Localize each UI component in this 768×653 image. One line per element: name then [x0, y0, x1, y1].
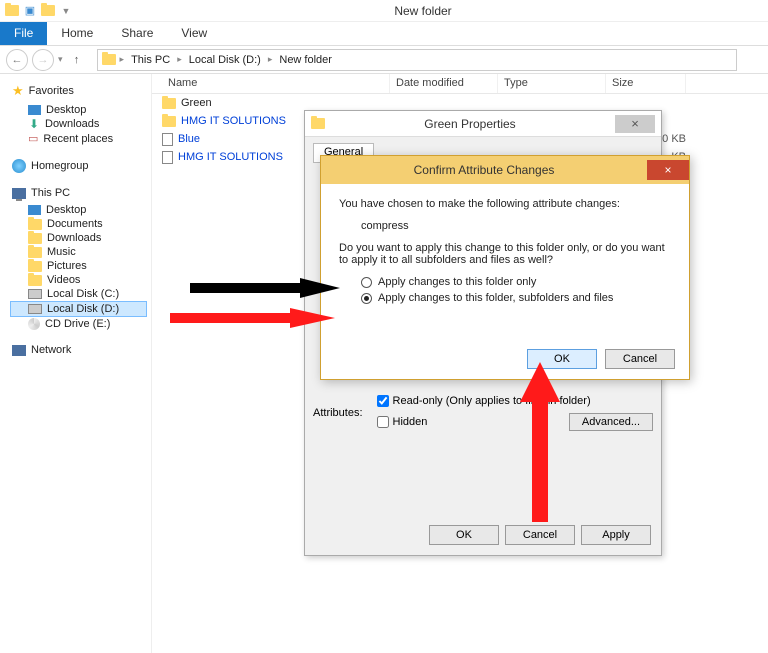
- drive-icon: [28, 289, 42, 299]
- ok-button[interactable]: OK: [429, 525, 499, 545]
- properties-title: Green Properties: [325, 117, 615, 131]
- col-name[interactable]: Name: [162, 74, 390, 93]
- folder-icon: [102, 54, 116, 65]
- sidebar-homegroup[interactable]: Homegroup: [10, 158, 147, 174]
- sidebar-network[interactable]: Network: [10, 343, 147, 357]
- sidebar-item-videos[interactable]: Videos: [10, 273, 147, 287]
- tab-file[interactable]: File: [0, 22, 47, 45]
- address-bar[interactable]: ▸ This PC ▸ Local Disk (D:) ▸ New folder: [97, 49, 737, 71]
- col-date[interactable]: Date modified: [390, 74, 498, 93]
- sidebar-item-ddrive[interactable]: Local Disk (D:): [10, 301, 147, 317]
- radio-folder-only[interactable]: Apply changes to this folder only: [361, 276, 671, 288]
- star-icon: ★: [12, 83, 24, 99]
- col-size[interactable]: Size: [606, 74, 686, 93]
- qat-dropdown-icon[interactable]: ▼: [58, 3, 74, 19]
- readonly-checkbox[interactable]: Read-only (Only applies to files in fold…: [377, 395, 653, 407]
- sidebar-item-cddrive[interactable]: CD Drive (E:): [10, 317, 147, 331]
- sidebar-item-desktop[interactable]: Desktop: [10, 103, 147, 117]
- ok-button[interactable]: OK: [527, 349, 597, 369]
- sidebar-item-downloads[interactable]: ⬇Downloads: [10, 117, 147, 131]
- crumb-thispc[interactable]: This PC: [128, 53, 173, 67]
- col-type[interactable]: Type: [498, 74, 606, 93]
- folder-icon: [162, 98, 176, 109]
- attributes-label: Attributes:: [313, 407, 363, 419]
- pc-icon: [12, 188, 26, 199]
- properties-titlebar[interactable]: Green Properties ×: [305, 111, 661, 137]
- confirm-titlebar[interactable]: Confirm Attribute Changes ×: [321, 156, 689, 184]
- forward-button[interactable]: →: [32, 49, 54, 71]
- close-button[interactable]: ×: [647, 160, 689, 180]
- confirm-text2: Do you want to apply this change to this…: [339, 242, 671, 266]
- close-button[interactable]: ×: [615, 115, 655, 133]
- file-icon: [162, 133, 173, 146]
- radio-icon: [361, 277, 372, 288]
- apply-button[interactable]: Apply: [581, 525, 651, 545]
- cancel-button[interactable]: Cancel: [605, 349, 675, 369]
- up-button[interactable]: ↑: [67, 50, 87, 70]
- window-titlebar: ▣ ▼ New folder: [0, 0, 768, 22]
- tab-home[interactable]: Home: [47, 22, 107, 45]
- sidebar-favorites[interactable]: ★Favorites: [10, 82, 147, 100]
- folder-icon: [28, 233, 42, 244]
- sidebar-item-pictures[interactable]: Pictures: [10, 259, 147, 273]
- tab-share[interactable]: Share: [107, 22, 167, 45]
- advanced-button[interactable]: Advanced...: [569, 413, 653, 431]
- window-title: New folder: [78, 4, 768, 18]
- nav-sidebar: ★Favorites Desktop ⬇Downloads ▭Recent pl…: [0, 74, 152, 653]
- file-icon: [162, 151, 173, 164]
- recent-icon: ▭: [28, 132, 38, 145]
- confirm-title: Confirm Attribute Changes: [321, 163, 647, 177]
- new-folder-icon[interactable]: [40, 3, 56, 19]
- folder-icon: [311, 118, 325, 129]
- drive-icon: [28, 304, 42, 314]
- nav-bar: ← → ▾ ↑ ▸ This PC ▸ Local Disk (D:) ▸ Ne…: [0, 46, 768, 74]
- chevron-right-icon[interactable]: ▸: [268, 54, 273, 65]
- ribbon: File Home Share View: [0, 22, 768, 46]
- radio-subfolders[interactable]: Apply changes to this folder, subfolders…: [361, 292, 671, 304]
- folder-icon: [28, 261, 42, 272]
- desktop-icon: [28, 105, 41, 115]
- sidebar-item-cdrive[interactable]: Local Disk (C:): [10, 287, 147, 301]
- sidebar-item-documents[interactable]: Documents: [10, 217, 147, 231]
- back-button[interactable]: ←: [6, 49, 28, 71]
- sidebar-item-recent[interactable]: ▭Recent places: [10, 131, 147, 146]
- sidebar-item-music[interactable]: Music: [10, 245, 147, 259]
- confirm-text: You have chosen to make the following at…: [339, 198, 671, 210]
- network-icon: [12, 345, 26, 356]
- properties-icon[interactable]: ▣: [22, 3, 38, 19]
- chevron-right-icon[interactable]: ▸: [120, 54, 125, 65]
- confirm-change: compress: [361, 220, 671, 232]
- sidebar-item-desktop2[interactable]: Desktop: [10, 203, 147, 217]
- homegroup-icon: [12, 159, 26, 173]
- column-headers: Name Date modified Type Size: [152, 74, 768, 94]
- folder-icon: [28, 247, 42, 258]
- crumb-drive[interactable]: Local Disk (D:): [186, 53, 264, 67]
- cd-icon: [28, 318, 40, 330]
- sidebar-item-downloads2[interactable]: Downloads: [10, 231, 147, 245]
- download-icon: ⬇: [28, 118, 40, 130]
- folder-icon: [28, 219, 42, 230]
- sidebar-thispc[interactable]: This PC: [10, 186, 147, 200]
- radio-icon: [361, 293, 372, 304]
- folder-icon: [162, 116, 176, 127]
- crumb-folder[interactable]: New folder: [276, 53, 335, 67]
- hidden-checkbox[interactable]: Hidden: [377, 416, 428, 428]
- desktop-icon: [28, 205, 41, 215]
- confirm-dialog: Confirm Attribute Changes × You have cho…: [320, 155, 690, 380]
- folder-icon: [28, 275, 42, 286]
- folder-icon: [4, 3, 20, 19]
- tab-view[interactable]: View: [167, 22, 221, 45]
- recent-dropdown-icon[interactable]: ▾: [58, 54, 63, 65]
- cancel-button[interactable]: Cancel: [505, 525, 575, 545]
- chevron-right-icon[interactable]: ▸: [177, 54, 182, 65]
